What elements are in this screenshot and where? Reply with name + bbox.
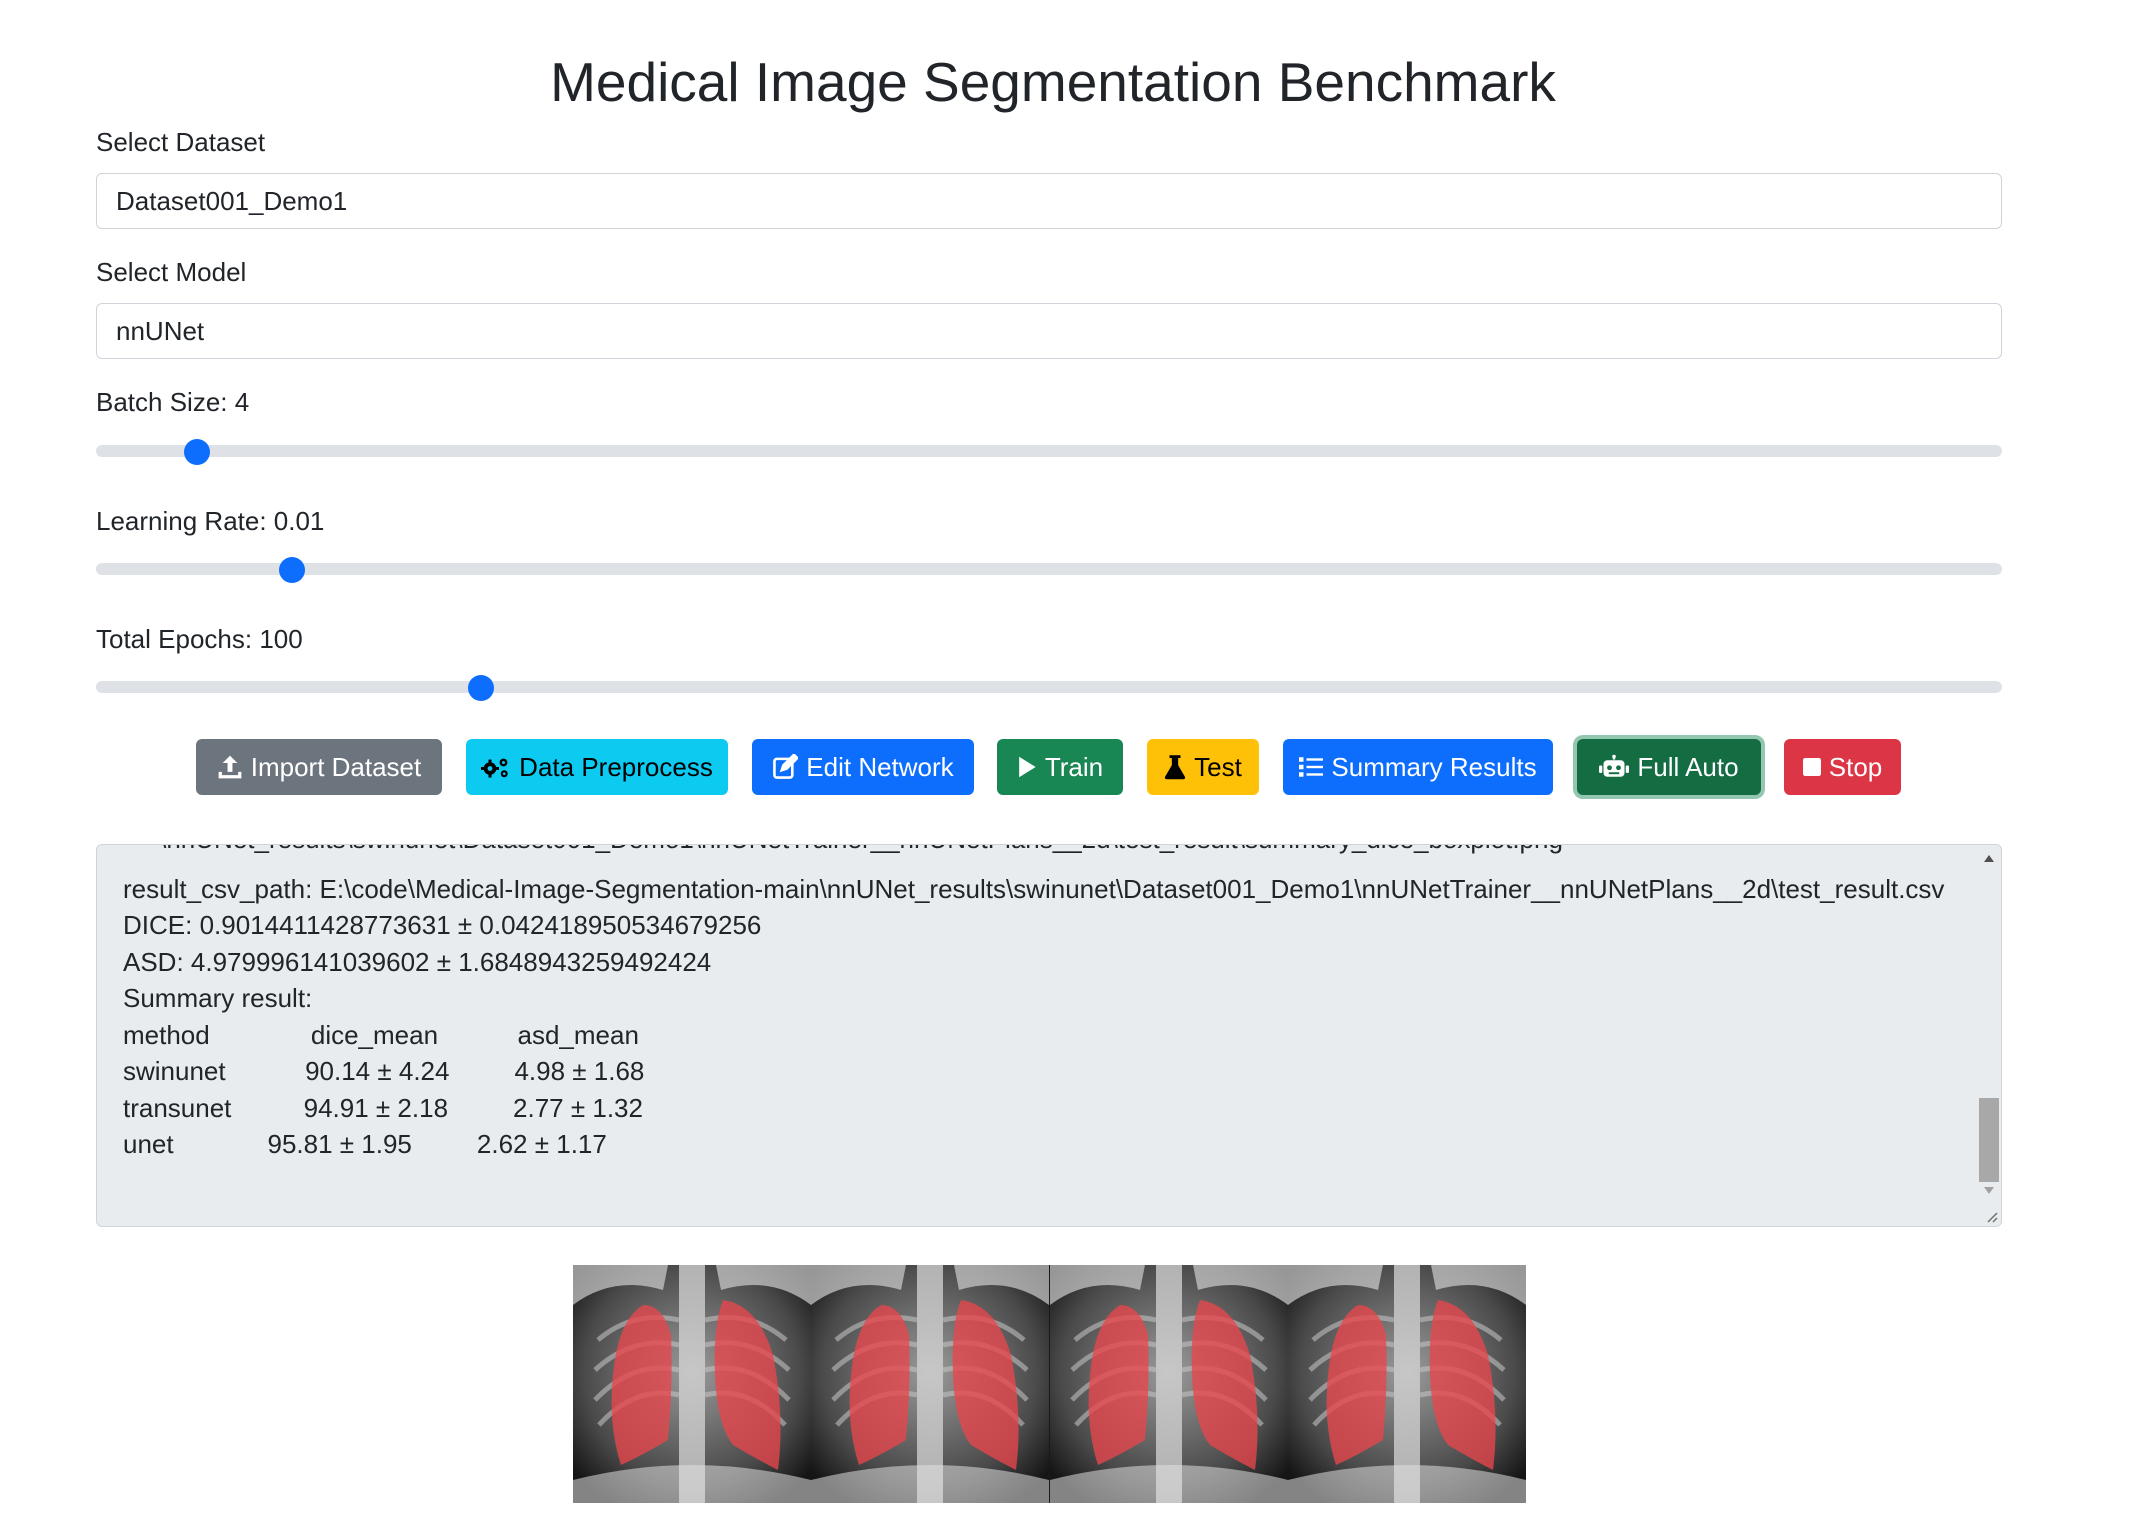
import-dataset-button[interactable]: Import Dataset xyxy=(196,739,442,795)
batch-size-slider-thumb[interactable] xyxy=(184,439,211,465)
learning-rate-label: Learning Rate: 0.01 xyxy=(96,506,325,536)
data-preprocess-button[interactable]: Data Preprocess xyxy=(466,739,728,795)
upload-icon xyxy=(218,755,242,779)
log-scrollbar[interactable] xyxy=(1977,845,2001,1226)
log-line: transunet 94.91 ± 2.18 2.77 ± 1.32 xyxy=(123,1093,643,1123)
play-icon xyxy=(1019,756,1036,778)
action-toolbar: Import Dataset Data Preprocess Edit Netw… xyxy=(0,739,2106,795)
batch-size-slider[interactable] xyxy=(96,439,2002,465)
epochs-slider[interactable] xyxy=(96,675,2002,701)
epochs-label: Total Epochs: 100 xyxy=(96,624,303,654)
log-output-textarea[interactable]: \nnUNet_results\swinunet\Dataset001_Demo… xyxy=(96,844,2002,1227)
xray-segmentation-image xyxy=(573,1265,811,1503)
stop-label: Stop xyxy=(1828,751,1883,782)
data-preprocess-label: Data Preprocess xyxy=(519,751,713,782)
segmentation-preview-strip xyxy=(573,1265,1526,1503)
log-line: DICE: 0.9014411428773631 ± 0.04241895053… xyxy=(123,910,762,940)
xray-segmentation-image xyxy=(1049,1265,1288,1503)
log-text: \nnUNet_results\swinunet\Dataset001_Demo… xyxy=(123,845,1973,1226)
log-line: swinunet 90.14 ± 4.24 4.98 ± 1.68 xyxy=(123,1056,645,1086)
scroll-down-icon[interactable] xyxy=(1984,1187,1994,1194)
test-label: Test xyxy=(1194,751,1242,782)
page-title: Medical Image Segmentation Benchmark xyxy=(550,51,1556,113)
model-label: Select Model xyxy=(96,257,247,287)
batch-size-label: Batch Size: 4 xyxy=(96,387,250,417)
dataset-select[interactable]: Dataset001_Demo1 xyxy=(96,173,2002,229)
summary-results-button[interactable]: Summary Results xyxy=(1283,739,1553,795)
list-icon xyxy=(1299,757,1324,777)
stop-icon xyxy=(1802,758,1821,776)
learning-rate-slider-thumb[interactable] xyxy=(279,557,306,583)
learning-rate-slider[interactable] xyxy=(96,557,2002,583)
train-label: Train xyxy=(1044,751,1104,782)
full-auto-button[interactable]: Full Auto xyxy=(1577,739,1761,795)
dataset-label: Select Dataset xyxy=(96,127,266,157)
edit-network-label: Edit Network xyxy=(806,751,954,782)
log-line: unet 95.81 ± 1.95 2.62 ± 1.17 xyxy=(123,1129,607,1159)
epochs-slider-thumb[interactable] xyxy=(468,675,494,701)
xray-segmentation-image xyxy=(1287,1265,1526,1503)
log-line-cut: \nnUNet_results\swinunet\Dataset001_Demo… xyxy=(123,845,1563,858)
edit-network-button[interactable]: Edit Network xyxy=(752,739,974,795)
import-dataset-label: Import Dataset xyxy=(250,751,422,782)
log-line: result_csv_path: E:\code\Medical-Image-S… xyxy=(123,874,1945,904)
log-line: ASD: 4.979996141039602 ± 1.6848943259492… xyxy=(123,947,712,977)
scrollbar-thumb[interactable] xyxy=(1979,1098,1999,1182)
train-button[interactable]: Train xyxy=(997,739,1123,795)
robot-icon xyxy=(1599,754,1630,777)
test-button[interactable]: Test xyxy=(1147,739,1259,795)
model-select[interactable]: nnUNet xyxy=(96,303,2002,359)
flask-icon xyxy=(1165,755,1186,780)
stop-button[interactable]: Stop xyxy=(1784,739,1901,795)
summary-results-label: Summary Results xyxy=(1331,751,1537,782)
gears-icon xyxy=(481,758,508,778)
edit-icon xyxy=(773,754,799,779)
xray-segmentation-image xyxy=(811,1265,1050,1503)
full-auto-label: Full Auto xyxy=(1637,751,1739,782)
log-line: method dice_mean asd_mean xyxy=(123,1020,639,1050)
scroll-up-icon[interactable] xyxy=(1984,855,1994,862)
resize-handle-icon[interactable] xyxy=(1984,1209,1998,1223)
log-line: Summary result: xyxy=(123,983,313,1013)
